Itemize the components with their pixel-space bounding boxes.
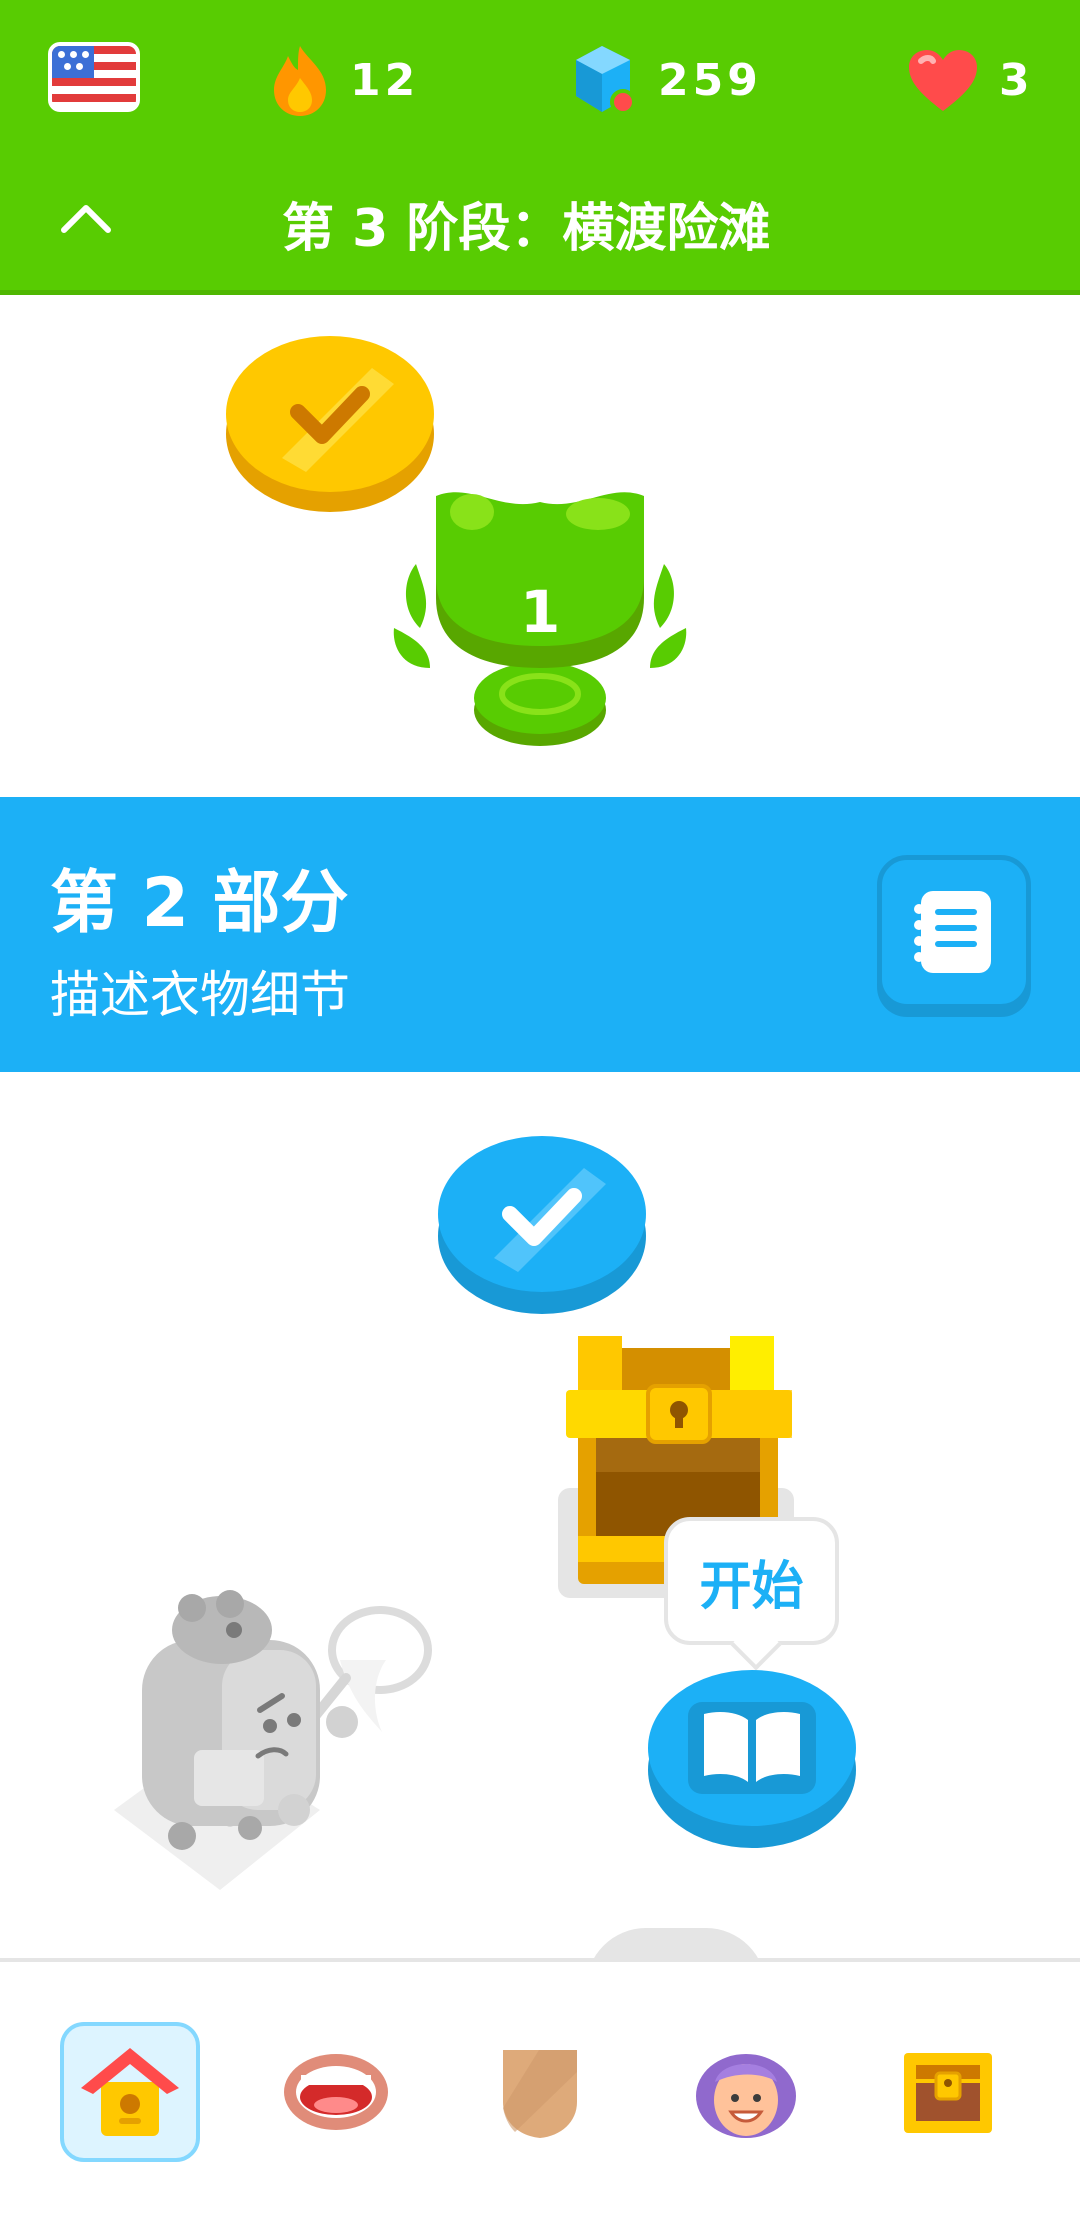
trophy-level: 1 [520, 578, 561, 646]
unit-subtitle: 描述衣物细节 [50, 966, 350, 1024]
chevron-up-icon[interactable] [58, 198, 114, 238]
streak-count: 12 [350, 54, 420, 106]
start-label: 开始 [699, 1556, 804, 1617]
gems-counter[interactable]: 259 [570, 40, 762, 120]
book-icon [688, 1702, 816, 1794]
stage-title: 第 3 阶段：横渡险滩 [282, 199, 771, 259]
stage-header[interactable]: 第 3 阶段：横渡险滩 [0, 180, 1080, 260]
guidebook-button[interactable] [877, 855, 1031, 1009]
start-tooltip[interactable]: 开始 [664, 1517, 839, 1645]
notebook-icon [914, 891, 991, 973]
top-bar: 12 259 3 第 3 阶段：横渡险滩 [0, 0, 1080, 295]
nav-shop[interactable] [878, 2022, 1018, 2162]
trophy-milestone[interactable]: 1 [380, 478, 700, 748]
leagues-shield-icon [503, 2050, 577, 2138]
nav-home[interactable] [60, 2022, 200, 2162]
current-lesson-node[interactable] [644, 1652, 860, 1852]
nav-leagues[interactable] [470, 2022, 610, 2162]
gems-count: 259 [658, 54, 762, 106]
unit-banner: 第 2 部分 描述衣物细节 [0, 797, 1080, 1072]
nav-profile[interactable] [676, 2022, 816, 2162]
gem-icon [576, 46, 636, 115]
flame-icon [274, 46, 326, 116]
unit-title: 第 2 部分 [50, 864, 349, 943]
speaking-icon [284, 2054, 388, 2130]
hearts-counter[interactable]: 3 [905, 40, 1034, 120]
nav-speaking[interactable] [266, 2022, 406, 2162]
us-flag-icon[interactable] [48, 42, 140, 112]
bottom-navigation [0, 1958, 1080, 2217]
profile-avatar-icon [696, 2054, 796, 2138]
hearts-count: 3 [999, 54, 1034, 106]
streak-counter[interactable]: 12 [268, 40, 419, 120]
completed-lesson-node-blue[interactable] [434, 1118, 650, 1318]
mascot-illustration [114, 1590, 432, 1890]
home-icon [81, 2048, 179, 2136]
shop-chest-icon [904, 2053, 992, 2133]
heart-icon [909, 50, 977, 111]
